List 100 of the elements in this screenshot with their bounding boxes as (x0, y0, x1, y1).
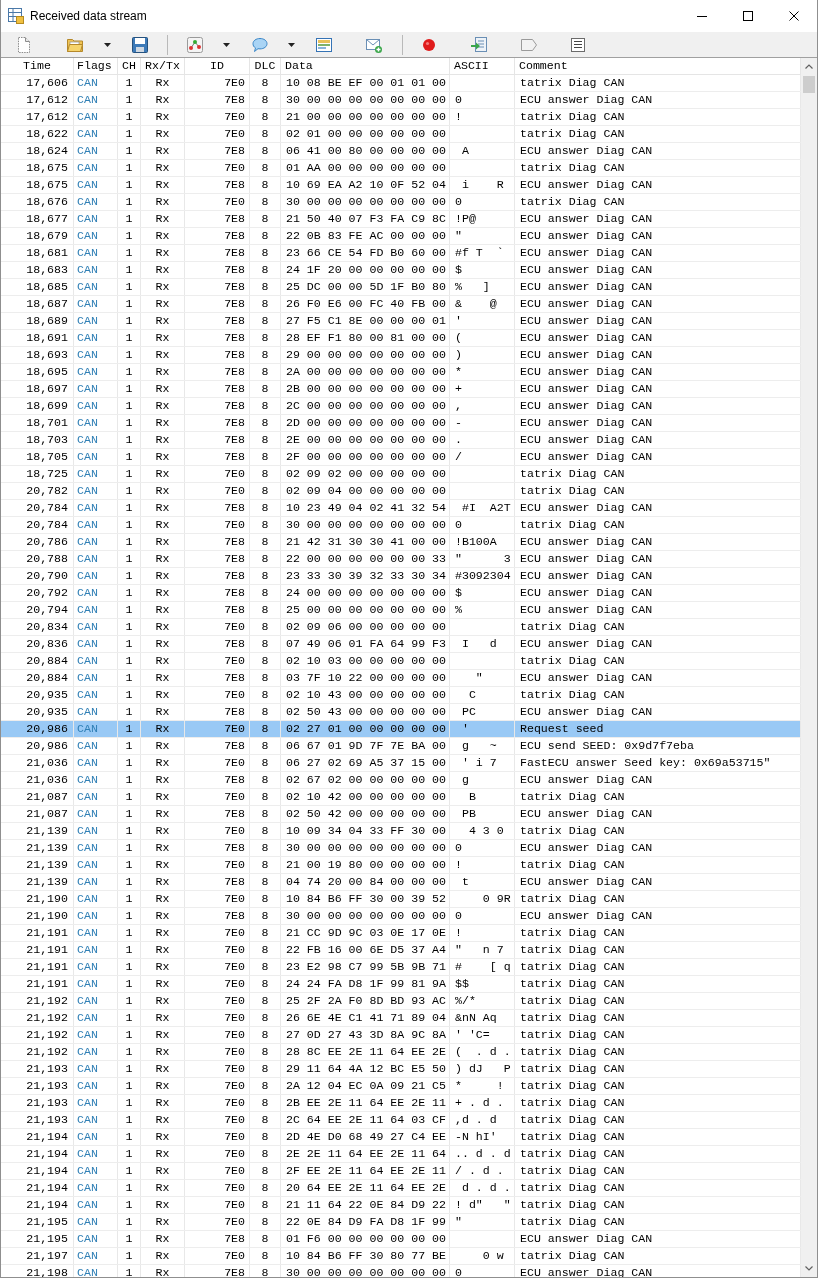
table-row[interactable]: 21,191 CAN 1 Rx 7E0 8 23 E2 98 C7 99 5B 9B 71 # [ q tatrix Diag CAN (1, 959, 801, 976)
column-header[interactable]: ID (185, 58, 250, 75)
table-row[interactable]: 18,683 CAN 1 Rx 7E8 8 24 1F 20 00 00 00 00 00 $ ECU answer Diag CAN (1, 262, 801, 279)
table-row[interactable]: 18,697 CAN 1 Rx 7E8 8 2B 00 00 00 00 00 00 00 + ECU answer Diag CAN (1, 381, 801, 398)
table-row[interactable]: 20,884 CAN 1 Rx 7E8 8 03 7F 10 22 00 00 00 00 " ECU answer Diag CAN (1, 670, 801, 687)
table-cell: Rx (141, 755, 185, 771)
table-row[interactable]: 21,195 CAN 1 Rx 7E8 8 01 F6 00 00 00 00 00 00 ECU answer Diag CAN (1, 1231, 801, 1248)
table-row[interactable]: 18,681 CAN 1 Rx 7E8 8 23 66 CE 54 FD B0 60 00 #f T ` ECU answer Diag CAN (1, 245, 801, 262)
table-row[interactable]: 18,703 CAN 1 Rx 7E8 8 2E 00 00 00 00 00 00 00 . ECU answer Diag CAN (1, 432, 801, 449)
column-header[interactable]: Flags (74, 58, 118, 75)
table-row[interactable]: 18,685 CAN 1 Rx 7E8 8 25 DC 00 00 5D 1F B0 80 % ] ECU answer Diag CAN (1, 279, 801, 296)
table-row[interactable]: 21,192 CAN 1 Rx 7E0 8 26 6E 4E C1 41 71 89 04 &nN Aq tatrix Diag CAN (1, 1010, 801, 1027)
table-row[interactable]: 21,194 CAN 1 Rx 7E0 8 21 11 64 22 0E 84 D9 22 ! d" " tatrix Diag CAN (1, 1197, 801, 1214)
column-header[interactable]: Time (1, 58, 74, 75)
table-row[interactable]: 21,193 CAN 1 Rx 7E0 8 2A 12 04 EC 0A 09 21 C5 * ! tatrix Diag CAN (1, 1078, 801, 1095)
scroll-down-button[interactable] (801, 1260, 817, 1277)
table-cell: 21,191 (1, 925, 74, 941)
table-row[interactable]: 17,612 CAN 1 Rx 7E0 8 21 00 00 00 00 00 00 00 ! tatrix Diag CAN (1, 109, 801, 126)
table-row[interactable]: 18,622 CAN 1 Rx 7E0 8 02 01 00 00 00 00 00 00 tatrix Diag CAN (1, 126, 801, 143)
table-cell: * ! (450, 1078, 515, 1094)
table-cell: 1 (118, 1180, 141, 1196)
table-row[interactable]: 18,687 CAN 1 Rx 7E8 8 26 F0 E6 00 FC 40 FB 00 & @ ECU answer Diag CAN (1, 296, 801, 313)
table-row[interactable]: 21,190 CAN 1 Rx 7E0 8 10 84 B6 FF 30 00 39 52 0 9R tatrix Diag CAN (1, 891, 801, 908)
table-cell: CAN (74, 347, 118, 363)
column-header[interactable]: ASCII (450, 58, 515, 75)
table-row[interactable]: 21,191 CAN 1 Rx 7E0 8 22 FB 16 00 6E D5 37 A4 " n 7 tatrix Diag CAN (1, 942, 801, 959)
column-header[interactable]: CH (118, 58, 141, 75)
table-cell: " (450, 670, 515, 686)
table-cell: 7E8 (185, 602, 250, 618)
table-row[interactable]: 18,675 CAN 1 Rx 7E8 8 10 69 EA A2 10 0F 52 04 i R ECU answer Diag CAN (1, 177, 801, 194)
table-row[interactable]: 18,676 CAN 1 Rx 7E0 8 30 00 00 00 00 00 00 00 0 tatrix Diag CAN (1, 194, 801, 211)
table-cell: 7E0 (185, 75, 250, 91)
table-row[interactable]: 21,139 CAN 1 Rx 7E0 8 10 09 34 04 33 FF 30 00 4 3 0 tatrix Diag CAN (1, 823, 801, 840)
table-row[interactable]: 20,784 CAN 1 Rx 7E8 8 10 23 49 04 02 41 32 54 #I A2T ECU answer Diag CAN (1, 500, 801, 517)
table-row[interactable]: 21,193 CAN 1 Rx 7E0 8 2C 64 EE 2E 11 64 03 CF ,d . d tatrix Diag CAN (1, 1112, 801, 1129)
table-row[interactable]: 20,788 CAN 1 Rx 7E8 8 22 00 00 00 00 00 00 33 " 3 ECU answer Diag CAN (1, 551, 801, 568)
table-row[interactable]: 20,790 CAN 1 Rx 7E8 8 23 33 30 39 32 33 30 34 #3092304 ECU answer Diag CAN (1, 568, 801, 585)
table-row[interactable]: 20,986 CAN 1 Rx 7E0 8 02 27 01 00 00 00 00 00 ' Request seed (1, 721, 801, 738)
table-row[interactable]: 18,691 CAN 1 Rx 7E8 8 28 EF F1 80 00 81 00 00 ( ECU answer Diag CAN (1, 330, 801, 347)
table-row[interactable]: 21,194 CAN 1 Rx 7E0 8 2D 4E D0 68 49 27 C4 EE -N hI' tatrix Diag CAN (1, 1129, 801, 1146)
table-row[interactable]: 21,192 CAN 1 Rx 7E0 8 25 2F 2A F0 8D BD 93 AC %/* tatrix Diag CAN (1, 993, 801, 1010)
table-row[interactable]: 21,193 CAN 1 Rx 7E0 8 29 11 64 4A 12 BC E5 50 ) dJ P tatrix Diag CAN (1, 1061, 801, 1078)
table-cell: Rx (141, 619, 185, 635)
table-cell: CAN (74, 1010, 118, 1026)
table-row[interactable]: 20,782 CAN 1 Rx 7E0 8 02 09 04 00 00 00 00 00 tatrix Diag CAN (1, 483, 801, 500)
table-row[interactable]: 18,695 CAN 1 Rx 7E8 8 2A 00 00 00 00 00 00 00 * ECU answer Diag CAN (1, 364, 801, 381)
table-row[interactable]: 20,794 CAN 1 Rx 7E8 8 25 00 00 00 00 00 00 00 % ECU answer Diag CAN (1, 602, 801, 619)
column-header[interactable]: Data (281, 58, 450, 75)
table-row[interactable]: 18,699 CAN 1 Rx 7E8 8 2C 00 00 00 00 00 00 00 , ECU answer Diag CAN (1, 398, 801, 415)
column-header[interactable]: Rx/Tx (141, 58, 185, 75)
table-row[interactable]: 21,192 CAN 1 Rx 7E0 8 28 8C EE 2E 11 64 EE 2E ( . d . tatrix Diag CAN (1, 1044, 801, 1061)
table-row[interactable]: 20,935 CAN 1 Rx 7E0 8 02 10 43 00 00 00 00 00 C tatrix Diag CAN (1, 687, 801, 704)
table-row[interactable]: 21,036 CAN 1 Rx 7E8 8 02 67 02 00 00 00 00 00 g ECU answer Diag CAN (1, 772, 801, 789)
scroll-up-button[interactable] (801, 58, 817, 75)
table-row[interactable]: 21,197 CAN 1 Rx 7E0 8 10 84 B6 FF 30 80 77 BE 0 w tatrix Diag CAN (1, 1248, 801, 1265)
table-row[interactable]: 20,784 CAN 1 Rx 7E0 8 30 00 00 00 00 00 00 00 0 tatrix Diag CAN (1, 517, 801, 534)
table-row[interactable]: 18,675 CAN 1 Rx 7E0 8 01 AA 00 00 00 00 00 00 tatrix Diag CAN (1, 160, 801, 177)
table-row[interactable]: 21,139 CAN 1 Rx 7E0 8 21 00 19 80 00 00 00 00 ! tatrix Diag CAN (1, 857, 801, 874)
table-row[interactable]: 17,612 CAN 1 Rx 7E8 8 30 00 00 00 00 00 00 00 0 ECU answer Diag CAN (1, 92, 801, 109)
table-row[interactable]: 18,701 CAN 1 Rx 7E8 8 2D 00 00 00 00 00 00 00 - ECU answer Diag CAN (1, 415, 801, 432)
table-row[interactable]: 20,836 CAN 1 Rx 7E8 8 07 49 06 01 FA 64 99 F3 I d ECU answer Diag CAN (1, 636, 801, 653)
table-row[interactable]: 21,194 CAN 1 Rx 7E0 8 20 64 EE 2E 11 64 EE 2E d . d . tatrix Diag CAN (1, 1180, 801, 1197)
table-row[interactable]: 20,986 CAN 1 Rx 7E8 8 06 67 01 9D 7F 7E BA 00 g ~ ECU send SEED: 0x9d7f7eba (1, 738, 801, 755)
column-header[interactable]: Comment (515, 58, 801, 75)
table-row[interactable]: 18,693 CAN 1 Rx 7E8 8 29 00 00 00 00 00 00 00 ) ECU answer Diag CAN (1, 347, 801, 364)
table-row[interactable]: 21,191 CAN 1 Rx 7E0 8 21 CC 9D 9C 03 0E 17 0E ! tatrix Diag CAN (1, 925, 801, 942)
table-row[interactable]: 21,191 CAN 1 Rx 7E0 8 24 24 FA D8 1F 99 81 9A $$ tatrix Diag CAN (1, 976, 801, 993)
table-cell: 8 (250, 1265, 281, 1277)
table-cell: Rx (141, 721, 185, 737)
table-row[interactable]: 20,786 CAN 1 Rx 7E8 8 21 42 31 30 30 41 00 00 !B100A ECU answer Diag CAN (1, 534, 801, 551)
table-cell: 1 (118, 1248, 141, 1264)
table-row[interactable]: 18,679 CAN 1 Rx 7E8 8 22 0B 83 FE AC 00 00 00 " ECU answer Diag CAN (1, 228, 801, 245)
table-row[interactable]: 18,677 CAN 1 Rx 7E8 8 21 50 40 07 F3 FA C9 8C !P@ ECU answer Diag CAN (1, 211, 801, 228)
table-row[interactable]: 21,190 CAN 1 Rx 7E8 8 30 00 00 00 00 00 00 00 0 ECU answer Diag CAN (1, 908, 801, 925)
table-row[interactable]: 18,705 CAN 1 Rx 7E8 8 2F 00 00 00 00 00 00 00 / ECU answer Diag CAN (1, 449, 801, 466)
table-row[interactable]: 20,884 CAN 1 Rx 7E0 8 02 10 03 00 00 00 00 00 tatrix Diag CAN (1, 653, 801, 670)
table-row[interactable]: 21,087 CAN 1 Rx 7E0 8 02 10 42 00 00 00 00 00 B tatrix Diag CAN (1, 789, 801, 806)
table-row[interactable]: 20,792 CAN 1 Rx 7E8 8 24 00 00 00 00 00 00 00 $ ECU answer Diag CAN (1, 585, 801, 602)
table-row[interactable]: 21,194 CAN 1 Rx 7E0 8 2E 2E 11 64 EE 2E 11 64 .. d . d tatrix Diag CAN (1, 1146, 801, 1163)
table-row[interactable]: 21,195 CAN 1 Rx 7E0 8 22 0E 84 D9 FA D8 1F 99 " tatrix Diag CAN (1, 1214, 801, 1231)
table-row[interactable]: 18,689 CAN 1 Rx 7E8 8 27 F5 C1 8E 00 00 00 01 ' ECU answer Diag CAN (1, 313, 801, 330)
table-row[interactable]: 21,036 CAN 1 Rx 7E0 8 06 27 02 69 A5 37 15 00 ' i 7 FastECU answer Seed key: 0x69a53715" (1, 755, 801, 772)
table-cell: 1 (118, 551, 141, 567)
table-row[interactable]: 21,087 CAN 1 Rx 7E8 8 02 50 42 00 00 00 00 00 PB ECU answer Diag CAN (1, 806, 801, 823)
table-row[interactable]: 18,624 CAN 1 Rx 7E8 8 06 41 00 80 00 00 00 00 A ECU answer Diag CAN (1, 143, 801, 160)
table-cell: 8 (250, 1044, 281, 1060)
table-row[interactable]: 21,139 CAN 1 Rx 7E8 8 30 00 00 00 00 00 00 00 0 ECU answer Diag CAN (1, 840, 801, 857)
table-row[interactable]: 21,192 CAN 1 Rx 7E0 8 27 0D 27 43 3D 8A 9C 8A ' 'C= tatrix Diag CAN (1, 1027, 801, 1044)
table-row[interactable]: 21,139 CAN 1 Rx 7E8 8 04 74 20 00 84 00 00 00 t ECU answer Diag CAN (1, 874, 801, 891)
scrollbar-thumb[interactable] (803, 76, 815, 93)
table-cell: CAN (74, 109, 118, 125)
table-row[interactable]: 20,834 CAN 1 Rx 7E0 8 02 09 06 00 00 00 00 00 tatrix Diag CAN (1, 619, 801, 636)
table-row[interactable]: 18,725 CAN 1 Rx 7E0 8 02 09 02 00 00 00 00 00 tatrix Diag CAN (1, 466, 801, 483)
table-cell: 1 (118, 517, 141, 533)
table-row[interactable]: 21,194 CAN 1 Rx 7E0 8 2F EE 2E 11 64 EE 2E 11 / . d . tatrix Diag CAN (1, 1163, 801, 1180)
column-header[interactable]: DLC (250, 58, 281, 75)
table-row[interactable]: 21,193 CAN 1 Rx 7E0 8 2B EE 2E 11 64 EE 2E 11 + . d . tatrix Diag CAN (1, 1095, 801, 1112)
chevron-up-icon (805, 64, 813, 69)
table-cell: 8 (250, 1197, 281, 1213)
table-row[interactable]: 17,606 CAN 1 Rx 7E0 8 10 08 BE EF 00 01 01 00 tatrix Diag CAN (1, 75, 801, 92)
